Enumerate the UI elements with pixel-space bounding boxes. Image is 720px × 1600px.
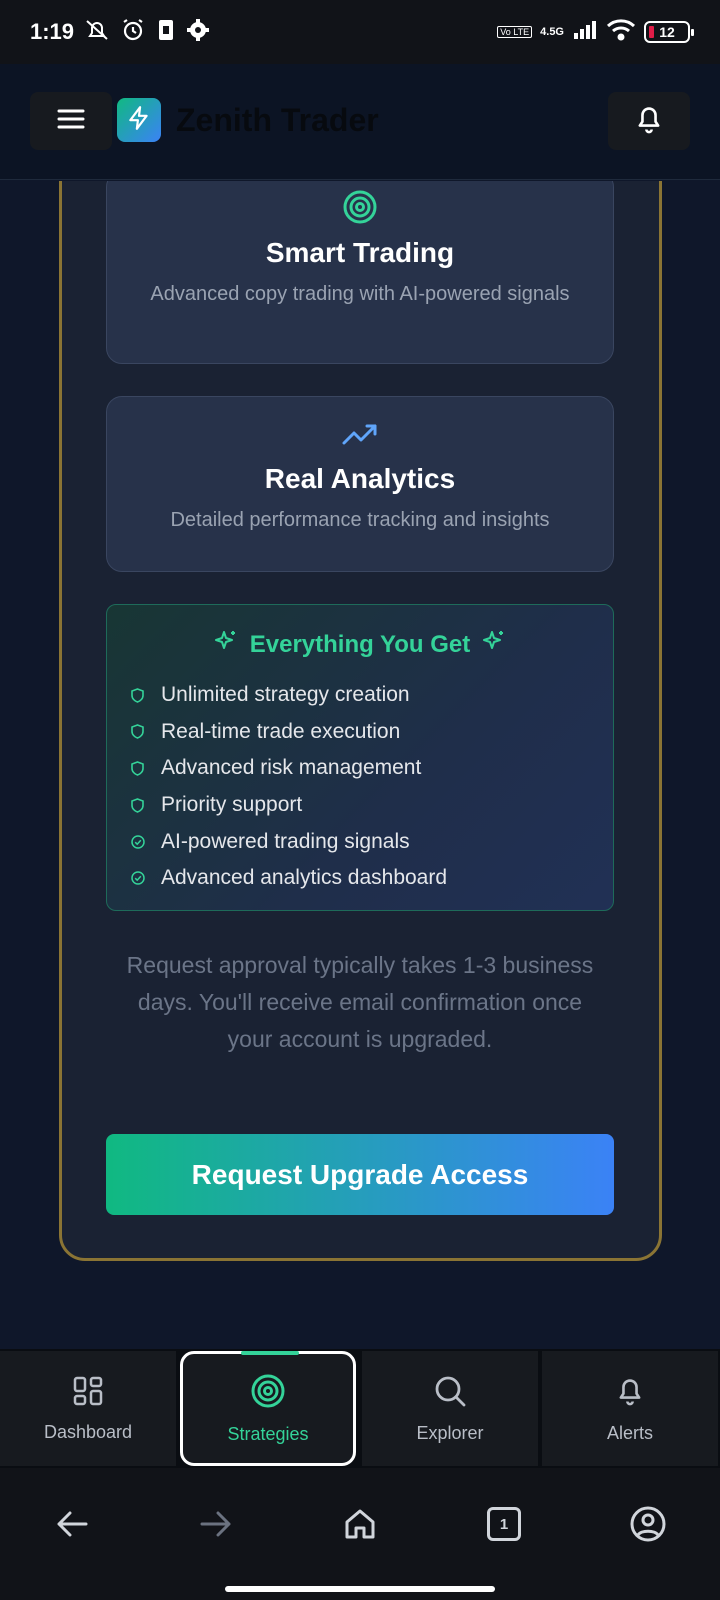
everything-heading-row: Everything You Get <box>107 629 613 660</box>
nav-dashboard[interactable]: Dashboard <box>0 1351 176 1466</box>
lightning-bolt-icon <box>126 105 152 136</box>
bottom-navigation: Dashboard Strategies Explorer Alerts <box>0 1349 720 1468</box>
battery-level: 12 <box>659 24 675 40</box>
status-time: 1:19 <box>30 19 75 44</box>
bell-icon <box>614 1374 646 1413</box>
feature-card-real-analytics: Real Analytics Detailed performance trac… <box>106 396 614 572</box>
tabs-button[interactable]: 1 <box>484 1504 524 1544</box>
mute-icon <box>84 18 110 47</box>
list-item-label: Real-time trade execution <box>161 719 401 743</box>
everything-heading: Everything You Get <box>249 630 471 658</box>
sparkles-icon <box>482 629 506 660</box>
list-item-label: Unlimited strategy creation <box>161 683 410 707</box>
list-item-label: Advanced risk management <box>161 756 422 780</box>
feature-description: Detailed performance tracking and insigh… <box>170 509 550 531</box>
list-item: Unlimited strategy creation <box>131 677 447 714</box>
hamburger-menu-icon <box>56 107 86 136</box>
menu-button[interactable] <box>30 92 112 150</box>
list-item-label: Advanced analytics dashboard <box>161 866 448 890</box>
nav-explorer[interactable]: Explorer <box>362 1351 538 1466</box>
feature-card-smart-trading: Smart Trading Advanced copy trading with… <box>106 181 614 364</box>
battery-indicator: 12 <box>644 21 694 43</box>
everything-you-get-panel: Everything You Get Unlimited strategy cr… <box>106 604 614 911</box>
nav-strategies[interactable]: Strategies <box>180 1351 356 1466</box>
feature-description: Advanced copy trading with AI-powered si… <box>150 283 570 305</box>
request-upgrade-button[interactable]: Request Upgrade Access <box>106 1134 614 1215</box>
nav-label: Strategies <box>227 1423 309 1444</box>
settings-gear-icon <box>186 18 210 47</box>
signal-icon <box>572 19 598 46</box>
approval-note: Request approval typically takes 1-3 bus… <box>126 952 594 1052</box>
target-icon <box>107 189 613 225</box>
list-item: Advanced analytics dashboard <box>131 860 447 897</box>
app-title: Zenith Trader <box>176 102 379 138</box>
home-icon[interactable] <box>340 1504 380 1544</box>
nav-label: Explorer <box>416 1422 484 1443</box>
target-icon <box>250 1373 286 1414</box>
list-item: Advanced risk management <box>131 750 447 787</box>
system-status-bar: 1:19 Vo LTE 4.5G 12 <box>0 0 720 64</box>
list-item: Priority support <box>131 787 447 824</box>
main-content: Smart Trading Advanced copy trading with… <box>0 181 720 1349</box>
search-icon <box>433 1374 467 1413</box>
back-arrow-icon[interactable] <box>52 1504 92 1544</box>
forward-arrow-icon[interactable] <box>196 1504 236 1544</box>
shield-icon <box>131 687 153 703</box>
trending-up-icon <box>107 423 613 447</box>
list-item: Real-time trade execution <box>131 714 447 751</box>
account-icon[interactable] <box>628 1504 668 1544</box>
nav-alerts[interactable]: Alerts <box>542 1351 718 1466</box>
sim-icon <box>156 18 176 47</box>
feature-title: Smart Trading <box>265 237 455 268</box>
shield-icon <box>131 761 153 776</box>
app-logo <box>117 98 161 142</box>
check-circle-icon <box>131 871 153 886</box>
alarm-icon <box>120 17 146 48</box>
volte-badge: Vo LTE <box>497 26 533 38</box>
shield-icon <box>131 797 153 813</box>
app-header: Zenith Trader <box>0 64 720 180</box>
browser-toolbar: 1 <box>0 1468 720 1600</box>
nav-label: Alerts <box>606 1422 653 1443</box>
feature-title: Real Analytics <box>264 463 456 494</box>
list-item: AI-powered trading signals <box>131 823 447 860</box>
list-item-label: AI-powered trading signals <box>161 829 410 853</box>
sparkles-icon <box>214 629 238 660</box>
grid-icon <box>72 1375 104 1412</box>
shield-icon <box>131 724 153 740</box>
nav-label: Dashboard <box>43 1421 133 1442</box>
gesture-home-bar <box>225 1586 495 1592</box>
bell-icon <box>633 102 665 141</box>
list-item-label: Priority support <box>161 793 303 817</box>
tab-count: 1 <box>487 1507 521 1541</box>
notifications-button[interactable] <box>608 92 690 150</box>
wifi-icon <box>606 18 636 47</box>
check-circle-icon <box>131 834 153 849</box>
network-type-label: 4.5G <box>540 25 564 38</box>
benefits-list: Unlimited strategy creation Real-time tr… <box>131 677 447 897</box>
